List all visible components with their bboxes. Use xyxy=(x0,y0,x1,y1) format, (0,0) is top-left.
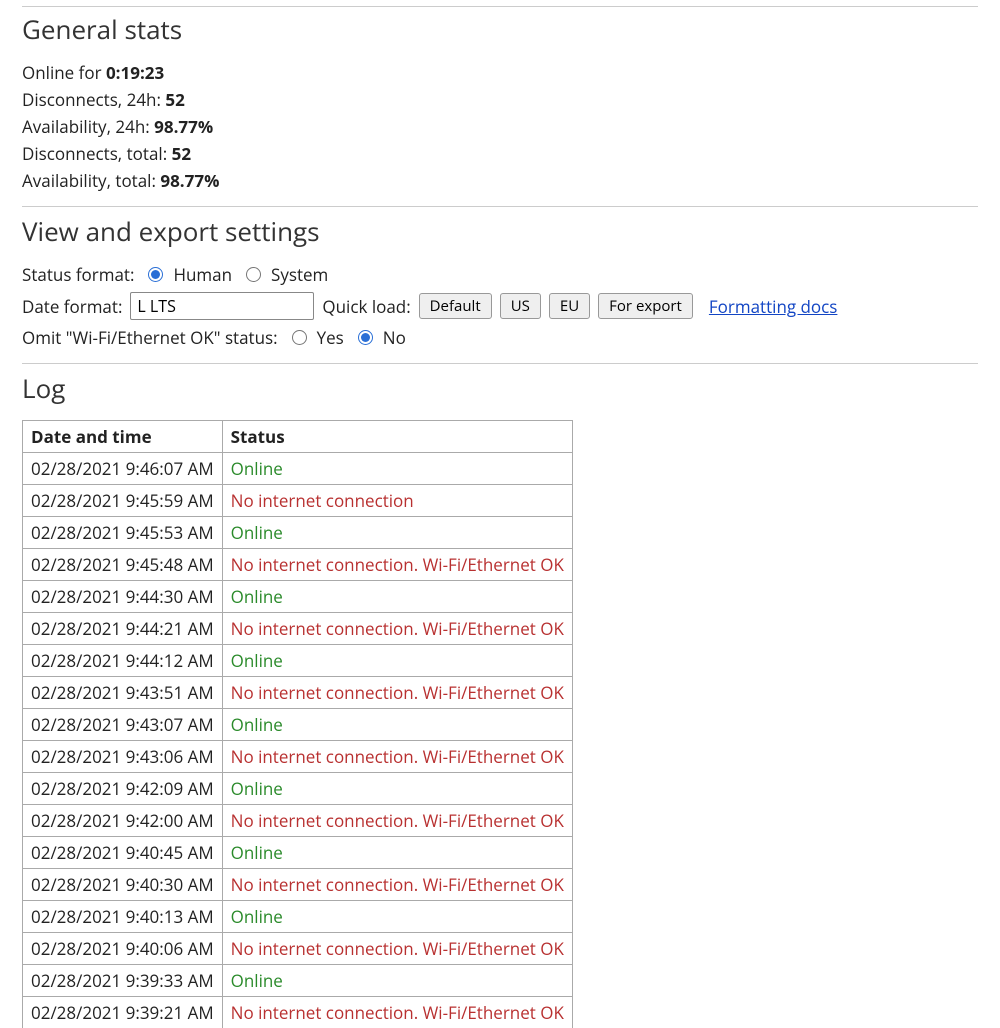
log-cell-datetime: 02/28/2021 9:40:45 AM xyxy=(23,837,223,869)
log-cell-datetime: 02/28/2021 9:45:59 AM xyxy=(23,485,223,517)
log-row: 02/28/2021 9:42:00 AMNo internet connect… xyxy=(23,805,573,837)
log-row: 02/28/2021 9:40:13 AMOnline xyxy=(23,901,573,933)
log-cell-status: Online xyxy=(222,837,572,869)
availability-24h-label: Availability, 24h: xyxy=(22,115,154,138)
online-for-label: Online for xyxy=(22,61,106,84)
log-cell-datetime: 02/28/2021 9:43:51 AM xyxy=(23,677,223,709)
date-format-input[interactable] xyxy=(130,292,314,320)
log-cell-datetime: 02/28/2021 9:44:30 AM xyxy=(23,581,223,613)
log-row: 02/28/2021 9:43:06 AMNo internet connect… xyxy=(23,741,573,773)
log-table: Date and time Status 02/28/2021 9:46:07 … xyxy=(22,420,573,1028)
log-cell-status: Online xyxy=(222,453,572,485)
log-cell-status: Online xyxy=(222,965,572,997)
log-cell-datetime: 02/28/2021 9:40:30 AM xyxy=(23,869,223,901)
log-cell-status: No internet connection. Wi-Fi/Ethernet O… xyxy=(222,741,572,773)
quick-load-label: Quick load: xyxy=(322,295,410,318)
log-col-status: Status xyxy=(222,421,572,453)
log-cell-datetime: 02/28/2021 9:40:06 AM xyxy=(23,933,223,965)
date-format-label: Date format: xyxy=(22,295,122,318)
log-cell-status: Online xyxy=(222,709,572,741)
log-row: 02/28/2021 9:45:53 AMOnline xyxy=(23,517,573,549)
status-format-human-label: Human xyxy=(173,263,232,286)
log-cell-status: Online xyxy=(222,517,572,549)
log-cell-status: No internet connection. Wi-Fi/Ethernet O… xyxy=(222,997,572,1028)
log-cell-datetime: 02/28/2021 9:39:21 AM xyxy=(23,997,223,1028)
log-cell-datetime: 02/28/2021 9:44:21 AM xyxy=(23,613,223,645)
log-row: 02/28/2021 9:40:06 AMNo internet connect… xyxy=(23,933,573,965)
view-export-heading: View and export settings xyxy=(22,213,978,249)
log-cell-datetime: 02/28/2021 9:42:09 AM xyxy=(23,773,223,805)
log-col-date: Date and time xyxy=(23,421,223,453)
log-cell-status: No internet connection. Wi-Fi/Ethernet O… xyxy=(222,869,572,901)
log-cell-status: No internet connection. Wi-Fi/Ethernet O… xyxy=(222,933,572,965)
availability-24h-value: 98.77% xyxy=(154,115,213,138)
status-format-system-radio[interactable] xyxy=(246,267,261,282)
log-cell-datetime: 02/28/2021 9:40:13 AM xyxy=(23,901,223,933)
log-row: 02/28/2021 9:45:48 AMNo internet connect… xyxy=(23,549,573,581)
general-stats-block: Online for 0:19:23 Disconnects, 24h: 52 … xyxy=(22,61,978,192)
log-cell-status: No internet connection. Wi-Fi/Ethernet O… xyxy=(222,677,572,709)
log-cell-datetime: 02/28/2021 9:43:07 AM xyxy=(23,709,223,741)
log-cell-datetime: 02/28/2021 9:42:00 AM xyxy=(23,805,223,837)
quick-load-default-button[interactable]: Default xyxy=(419,293,492,319)
log-cell-status: Online xyxy=(222,901,572,933)
omit-no-radio[interactable] xyxy=(358,330,373,345)
log-cell-datetime: 02/28/2021 9:45:53 AM xyxy=(23,517,223,549)
log-row: 02/28/2021 9:43:07 AMOnline xyxy=(23,709,573,741)
status-format-human-radio[interactable] xyxy=(148,267,163,282)
log-row: 02/28/2021 9:44:12 AMOnline xyxy=(23,645,573,677)
availability-total-label: Availability, total: xyxy=(22,169,160,192)
log-cell-status: Online xyxy=(222,773,572,805)
log-row: 02/28/2021 9:40:45 AMOnline xyxy=(23,837,573,869)
log-cell-status: Online xyxy=(222,645,572,677)
omit-yes-label: Yes xyxy=(317,326,344,349)
status-format-system-label: System xyxy=(271,263,328,286)
log-heading: Log xyxy=(22,370,978,406)
log-cell-status: No internet connection. Wi-Fi/Ethernet O… xyxy=(222,613,572,645)
log-row: 02/28/2021 9:39:33 AMOnline xyxy=(23,965,573,997)
log-cell-status: Online xyxy=(222,581,572,613)
quick-load-export-button[interactable]: For export xyxy=(598,293,693,319)
log-row: 02/28/2021 9:39:21 AMNo internet connect… xyxy=(23,997,573,1028)
log-cell-datetime: 02/28/2021 9:46:07 AM xyxy=(23,453,223,485)
log-cell-status: No internet connection. Wi-Fi/Ethernet O… xyxy=(222,805,572,837)
quick-load-us-button[interactable]: US xyxy=(500,293,541,319)
log-row: 02/28/2021 9:43:51 AMNo internet connect… xyxy=(23,677,573,709)
log-cell-status: No internet connection xyxy=(222,485,572,517)
omit-status-label: Omit "Wi-Fi/Ethernet OK" status: xyxy=(22,326,278,349)
log-cell-status: No internet connection. Wi-Fi/Ethernet O… xyxy=(222,549,572,581)
log-row: 02/28/2021 9:40:30 AMNo internet connect… xyxy=(23,869,573,901)
omit-yes-radio[interactable] xyxy=(292,330,307,345)
formatting-docs-link[interactable]: Formatting docs xyxy=(709,295,838,318)
log-cell-datetime: 02/28/2021 9:45:48 AM xyxy=(23,549,223,581)
omit-no-label: No xyxy=(383,326,406,349)
disconnects-24h-value: 52 xyxy=(165,88,184,111)
disconnects-24h-label: Disconnects, 24h: xyxy=(22,88,165,111)
log-row: 02/28/2021 9:45:59 AMNo internet connect… xyxy=(23,485,573,517)
log-row: 02/28/2021 9:46:07 AMOnline xyxy=(23,453,573,485)
quick-load-eu-button[interactable]: EU xyxy=(549,293,590,319)
status-format-label: Status format: xyxy=(22,263,134,286)
log-row: 02/28/2021 9:44:30 AMOnline xyxy=(23,581,573,613)
log-row: 02/28/2021 9:42:09 AMOnline xyxy=(23,773,573,805)
log-cell-datetime: 02/28/2021 9:44:12 AM xyxy=(23,645,223,677)
online-for-value: 0:19:23 xyxy=(106,61,164,84)
log-cell-datetime: 02/28/2021 9:39:33 AM xyxy=(23,965,223,997)
disconnects-total-value: 52 xyxy=(172,142,191,165)
availability-total-value: 98.77% xyxy=(160,169,219,192)
log-cell-datetime: 02/28/2021 9:43:06 AM xyxy=(23,741,223,773)
log-row: 02/28/2021 9:44:21 AMNo internet connect… xyxy=(23,613,573,645)
disconnects-total-label: Disconnects, total: xyxy=(22,142,172,165)
general-stats-heading: General stats xyxy=(22,11,978,47)
